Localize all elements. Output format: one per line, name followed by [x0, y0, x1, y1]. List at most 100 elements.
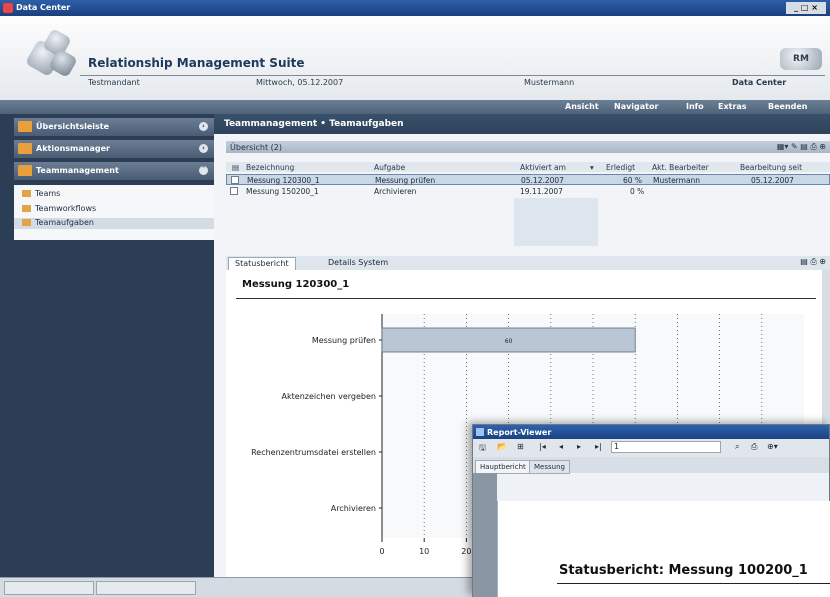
viewer-title: Report-Viewer	[487, 428, 552, 437]
menu-beenden[interactable]: Beenden	[768, 102, 808, 111]
folder-icon	[18, 121, 32, 132]
viewer-tabs: Hauptbericht Messung	[473, 457, 829, 474]
sidebar-section-label: Teammanagement	[36, 166, 119, 175]
category-label: Messung prüfen	[312, 336, 376, 345]
next-page-icon[interactable]: ▸	[577, 442, 581, 451]
data-label: 60	[505, 338, 513, 345]
print-icon[interactable]: ⎙	[751, 442, 757, 452]
sidebar-section-aktionsmanager[interactable]: Aktionsmanager ›	[14, 140, 214, 158]
folder-icon	[22, 190, 31, 197]
overview-header: Übersicht (2) ▦▾ ✎ ▤ ⎙ ⊕	[226, 141, 830, 153]
tab-details-system[interactable]: Details System	[322, 257, 394, 269]
row-checkbox[interactable]	[231, 176, 239, 184]
menu-bar: Ansicht Navigator Info Extras Beenden	[0, 100, 830, 114]
x-tick-label: 0	[379, 547, 384, 556]
status-segment	[96, 581, 196, 595]
table-header: ▤ Bezeichnung Aufgabe Aktiviert am ▾ Erl…	[226, 162, 830, 172]
x-tick-label: 20	[461, 547, 471, 556]
viewer-heading-rule	[557, 583, 830, 584]
menu-navigator[interactable]: Navigator	[614, 102, 658, 111]
user-name: Mustermann	[524, 78, 575, 87]
sidebar-item-label: Teams	[35, 189, 61, 198]
sidebar-item-teams[interactable]: Teams	[22, 189, 60, 200]
tab-messung[interactable]: Messung	[529, 460, 570, 474]
sidebar-sublist: Teams Teamworkflows Teamaufgaben	[14, 185, 214, 240]
window-title: Data Center	[16, 3, 71, 12]
zoom-icon[interactable]: ⊕▾	[767, 442, 778, 451]
cell-aufgabe: Archivieren	[374, 187, 417, 196]
viewer-app-icon	[476, 428, 484, 436]
tab-statusbericht[interactable]: Statusbericht	[228, 257, 296, 270]
breadcrumb: Teammanagement • Teamaufgaben	[214, 114, 830, 134]
cell-aufgabe: Messung prüfen	[375, 176, 436, 185]
column-header[interactable]: Aktiviert am	[520, 163, 566, 172]
suite-title: Relationship Management Suite	[88, 56, 305, 70]
sidebar-section-teammanagement[interactable]: Teammanagement ˆ	[14, 162, 214, 180]
table-row[interactable]: Messung 150200_1 Archivieren 19.11.2007 …	[226, 186, 830, 197]
find-icon[interactable]: ⌕	[735, 442, 739, 452]
cell-aktiviert: 19.11.2007	[520, 187, 563, 196]
sidebar-section-label: Aktionsmanager	[36, 144, 110, 153]
column-header[interactable]: Erledigt	[606, 163, 635, 172]
save-icon[interactable]: 🖫	[479, 442, 486, 456]
expand-icon[interactable]: ›	[199, 122, 208, 131]
page-number-input[interactable]: 1	[611, 441, 721, 453]
sidebar-section-uebersichtsleiste[interactable]: Übersichtsleiste ›	[14, 118, 214, 136]
row-checkbox[interactable]	[230, 187, 238, 195]
rm-logo: RM	[780, 48, 822, 70]
banner-divider	[80, 75, 825, 76]
client-name: Testmandant	[88, 78, 140, 87]
expand-icon[interactable]: ›	[199, 144, 208, 153]
cell-aktiviert: 05.12.2007	[521, 176, 564, 185]
viewer-report-heading: Statusbericht: Messung 100200_1	[559, 563, 808, 578]
x-tick-label: 10	[419, 547, 429, 556]
detail-tabs: Statusbericht Details System ▤ ⎙ ⊕	[226, 256, 830, 271]
tree-icon[interactable]: ⊞	[517, 442, 524, 451]
open-icon[interactable]: 📂	[497, 442, 507, 451]
report-viewer-window: Report-Viewer 🖫 📂 ⊞ |◂ ◂ ▸ ▸| 1 ⌕ ⎙ ⊕▾ H…	[472, 424, 830, 597]
column-header[interactable]: Bearbeitung seit	[740, 163, 802, 172]
column-header[interactable]: Aufgabe	[374, 163, 405, 172]
sidebar-item-teamworkflows[interactable]: Teamworkflows	[22, 204, 96, 215]
column-header[interactable]: Bezeichnung	[246, 163, 294, 172]
module-name: Data Center	[732, 78, 787, 87]
last-page-icon[interactable]: ▸|	[595, 442, 602, 451]
toolbar-icons[interactable]: ▦▾ ✎ ▤ ⎙ ⊕	[777, 142, 826, 152]
prev-page-icon[interactable]: ◂	[559, 442, 563, 451]
sidebar-item-label: Teamaufgaben	[35, 218, 94, 227]
window-controls[interactable]: _ □ ×	[786, 2, 826, 14]
banner: Relationship Management Suite Testmandan…	[0, 16, 830, 100]
viewer-side-panel	[473, 473, 497, 597]
overview-title: Übersicht (2)	[230, 143, 283, 152]
cell-seit: 05.12.2007	[751, 176, 794, 185]
tab-toolbar-icons[interactable]: ▤ ⎙ ⊕	[800, 257, 826, 267]
first-page-icon[interactable]: |◂	[539, 442, 546, 451]
sidebar: Übersichtsleiste › Aktionsmanager › Team…	[0, 114, 214, 577]
application-window: Data Center _ □ × Relationship Managemen…	[0, 0, 830, 597]
column-icon: ▤	[232, 163, 240, 172]
report-title: Messung 120300_1	[242, 279, 350, 290]
breadcrumb-text: Teammanagement • Teamaufgaben	[224, 119, 404, 129]
menu-ansicht[interactable]: Ansicht	[565, 102, 599, 111]
menu-info[interactable]: Info	[686, 102, 704, 111]
column-header[interactable]: Akt. Bearbeiter	[652, 163, 709, 172]
cell-erledigt: 60 %	[623, 176, 643, 185]
sidebar-item-teamaufgaben[interactable]: Teamaufgaben	[14, 218, 214, 229]
category-label: Rechenzentrumsdatei erstellen	[251, 448, 376, 457]
report-divider	[236, 298, 816, 299]
sidebar-item-label: Teamworkflows	[35, 204, 97, 213]
cell-erledigt: 0 %	[630, 187, 645, 196]
tab-hauptbericht[interactable]: Hauptbericht	[475, 460, 531, 474]
status-segment	[4, 581, 94, 595]
category-label: Archivieren	[331, 504, 376, 513]
folder-icon	[22, 219, 31, 226]
viewer-title-bar: Report-Viewer	[473, 425, 829, 439]
menu-extras[interactable]: Extras	[718, 102, 747, 111]
folder-icon	[22, 205, 31, 212]
collapse-icon[interactable]: ˆ	[199, 166, 208, 175]
title-bar: Data Center _ □ ×	[0, 0, 830, 16]
cell-bearbeiter: Mustermann	[653, 176, 701, 185]
cell-bezeichnung: Messung 120300_1	[247, 176, 320, 185]
sort-column-highlight	[514, 198, 598, 246]
table-row[interactable]: Messung 120300_1 Messung prüfen 05.12.20…	[226, 174, 830, 185]
